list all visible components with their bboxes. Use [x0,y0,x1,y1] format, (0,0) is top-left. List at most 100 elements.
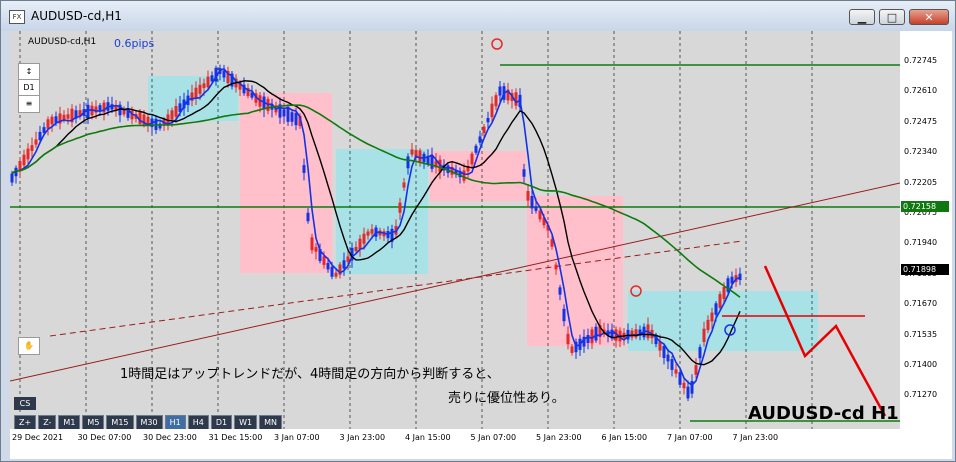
candle-body [418,150,422,162]
price-tick: 0.72745 [904,56,938,65]
candle-body [570,346,574,353]
candle-body [326,262,330,270]
candle-body [666,354,670,362]
time-tick: 29 Dec 2021 [12,433,64,442]
candle-body [526,190,530,201]
candle-body [362,233,366,244]
price-tick: 0.72610 [904,86,938,96]
price-tick: 0.71535 [904,329,938,339]
window-title: AUDUSD-cd,H1 [31,9,122,23]
candle-body [470,153,474,165]
candle-body [530,196,534,209]
candle-body [202,83,206,88]
timeframe-button-mn[interactable]: MN [259,415,282,429]
sell-signal-marker [491,38,503,50]
candle-body [370,229,374,234]
candle-body [566,333,570,345]
timeframe-button-h1[interactable]: H1 [164,415,186,429]
candle-body [194,87,198,99]
price-tick: 0.71940 [904,238,938,248]
title-bar[interactable]: FX AUDUSD-cd,H1 ▁ □ ✕ [1,1,955,31]
candle-body [286,108,290,122]
menu-tool-icon[interactable]: ≡ [18,95,40,113]
candle-body [538,210,542,220]
time-axis[interactable]: 29 Dec 2021 30 Dec 07:00 30 Dec 23:00 31 De… [10,429,952,459]
candle-body [482,126,486,134]
time-tick: 31 Dec 15:00 [208,433,263,442]
timeframe-button-m1[interactable]: M1 [58,415,81,429]
candle-body [30,145,34,151]
candle-body [522,169,526,177]
time-tick: 5 Jan 23:00 [536,433,582,442]
trendline [10,182,900,382]
candle-body [630,330,634,338]
timeframe-button-m30[interactable]: M30 [135,415,163,429]
candle-body [366,231,370,236]
current-price-badge: 0.71898 [901,264,949,275]
analysis-note-line1: 1時間足はアップトレンドだが、4時間足の方向から判断すると、 [120,367,500,382]
timeframe-button-zplus[interactable]: Z+ [14,415,37,429]
candle-body [354,246,358,252]
cs-button[interactable]: CS [14,397,36,410]
time-tick: 6 Jan 15:00 [601,433,648,442]
candle-body [170,110,174,120]
symbol-label: AUDUSD-cd,H1 [28,37,97,47]
close-button[interactable]: ✕ [909,9,949,25]
candle-body [674,369,678,374]
candle-body [330,266,334,277]
candle-body [686,386,690,399]
time-tick: 5 Jan 07:00 [470,433,517,442]
candle-body [514,92,518,106]
candle-body [314,247,318,252]
candle-body [698,347,702,359]
candle-body [166,114,170,123]
timeframe-button-w1[interactable]: W1 [234,415,258,429]
candle-body [478,136,482,143]
candle-body [718,294,722,308]
minimize-button[interactable]: ▁ [849,9,875,25]
candle-body [694,365,698,375]
candle-body [406,156,410,169]
time-tick: 4 Jan 15:00 [405,433,451,442]
timeframe-button-h4[interactable]: H4 [187,415,209,429]
time-tick: 30 Dec 23:00 [143,433,197,442]
candle-body [206,76,210,88]
candle-body [398,202,402,213]
analysis-note-line2: 売りに優位性あり。 [448,391,565,406]
time-tick: 3 Jan 23:00 [339,433,386,442]
time-tick: 7 Jan 07:00 [667,433,713,442]
candle-body [22,154,26,166]
candle-body [310,237,314,251]
price-tick: 0.71670 [904,299,938,309]
timeframe-button-m5[interactable]: M5 [82,415,105,429]
candle-body [682,382,686,389]
price-tick: 0.72205 [904,177,938,187]
candle-body [306,212,310,222]
timeframe-bar: Z+ Z- M1 M5 M15 M30 H1 H4 D1 W1 MN [14,415,282,429]
candle-body [490,103,494,118]
candle-body [290,112,294,122]
timeframe-button-zminus[interactable]: Z- [38,415,57,429]
candle-body [282,109,286,117]
hand-tool-icon[interactable]: ✋ [18,337,40,355]
candle-body [474,145,478,153]
price-chart[interactable]: AUDUSD-cd,H1 0.6pips ↕ D1 ≡ ✋ 1時間足はアップトレ… [10,31,900,429]
price-tick: 0.72340 [904,147,938,157]
timeframe-button-d1[interactable]: D1 [210,415,233,429]
candle-body [358,238,362,250]
timeframe-button-m15[interactable]: M15 [106,415,134,429]
candle-body [486,117,490,123]
candle-body [174,106,178,117]
price-axis[interactable]: 0.72745 0.72610 0.72475 0.72340 0.72205 0.720… [900,31,952,429]
symbol-watermark: AUDUSD-cd H1 [748,403,899,424]
candle-body [342,260,346,269]
candle-body [322,256,326,265]
candle-body [554,264,558,270]
candle-body [10,173,14,183]
candle-body [410,149,414,155]
time-tick: 30 Dec 07:00 [77,433,132,442]
candle-body [302,165,306,173]
candle-body [670,359,674,370]
candle-body [294,112,298,126]
maximize-button[interactable]: □ [879,9,905,25]
